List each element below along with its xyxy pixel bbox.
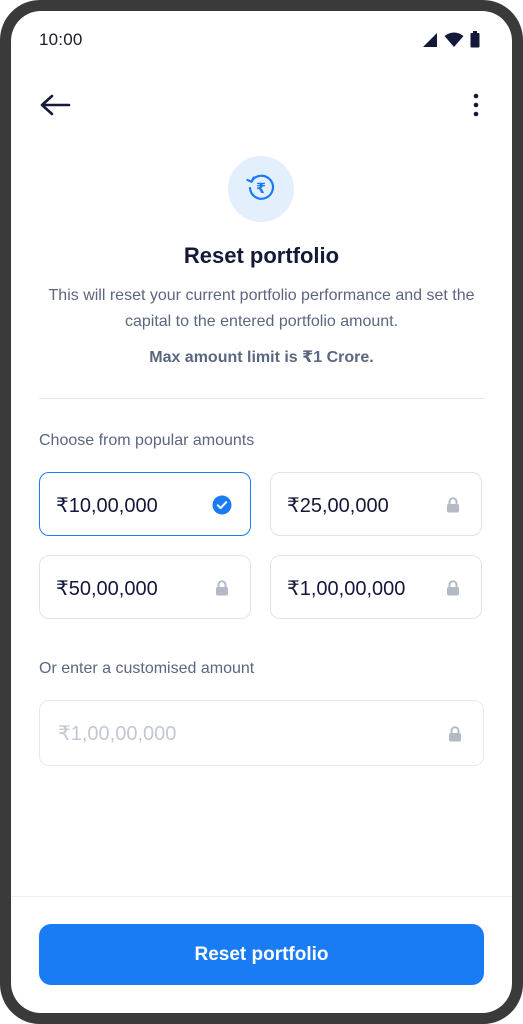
hero-icon-container: ₹ (228, 156, 294, 222)
amount-option-1-crore[interactable]: ₹1,00,00,000 (270, 555, 482, 619)
popular-amounts-label: Choose from popular amounts (39, 432, 255, 449)
lock-icon (443, 578, 463, 598)
custom-amount-label: Or enter a customised amount (39, 660, 255, 677)
max-limit-text: Max amount limit is ₹1 Crore. (149, 349, 374, 366)
custom-amount-field[interactable] (39, 700, 484, 766)
amount-option-25-lakh[interactable]: ₹25,00,000 (270, 472, 482, 536)
custom-amount-input[interactable] (56, 719, 430, 749)
status-time: 10:00 (39, 30, 83, 49)
back-button[interactable] (37, 91, 73, 123)
battery-icon (470, 31, 480, 53)
amount-option-50-lakh[interactable]: ₹50,00,000 (39, 555, 251, 619)
lock-icon (212, 578, 232, 598)
device-frame: 10:00 ₹ Reset portfolio This will reset … (0, 0, 523, 1024)
section-divider (39, 398, 484, 399)
description-text: This will reset your current portfolio p… (48, 287, 475, 330)
rupee-reset-icon: ₹ (243, 169, 279, 210)
amount-label: ₹25,00,000 (287, 495, 389, 517)
amount-option-10-lakh[interactable]: ₹10,00,000 (39, 472, 251, 536)
app-bar (11, 85, 512, 129)
signal-icon (422, 32, 438, 53)
page-title: Reset portfolio (183, 243, 340, 268)
more-vertical-icon (473, 93, 479, 122)
status-icons (422, 31, 480, 53)
reset-portfolio-button[interactable]: Reset portfolio (39, 924, 484, 985)
check-circle-icon (212, 495, 232, 515)
screen: 10:00 ₹ Reset portfolio This will reset … (11, 11, 512, 1013)
amount-label: ₹10,00,000 (56, 495, 158, 517)
svg-text:₹: ₹ (256, 181, 266, 197)
footer-divider (11, 896, 512, 897)
lock-icon (443, 495, 463, 515)
amount-label: ₹50,00,000 (56, 578, 158, 600)
amount-label: ₹1,00,00,000 (287, 578, 406, 600)
wifi-icon (444, 32, 464, 53)
more-options-button[interactable] (462, 91, 490, 123)
arrow-left-icon (39, 93, 71, 122)
lock-icon (445, 724, 465, 744)
status-bar: 10:00 (11, 11, 512, 69)
